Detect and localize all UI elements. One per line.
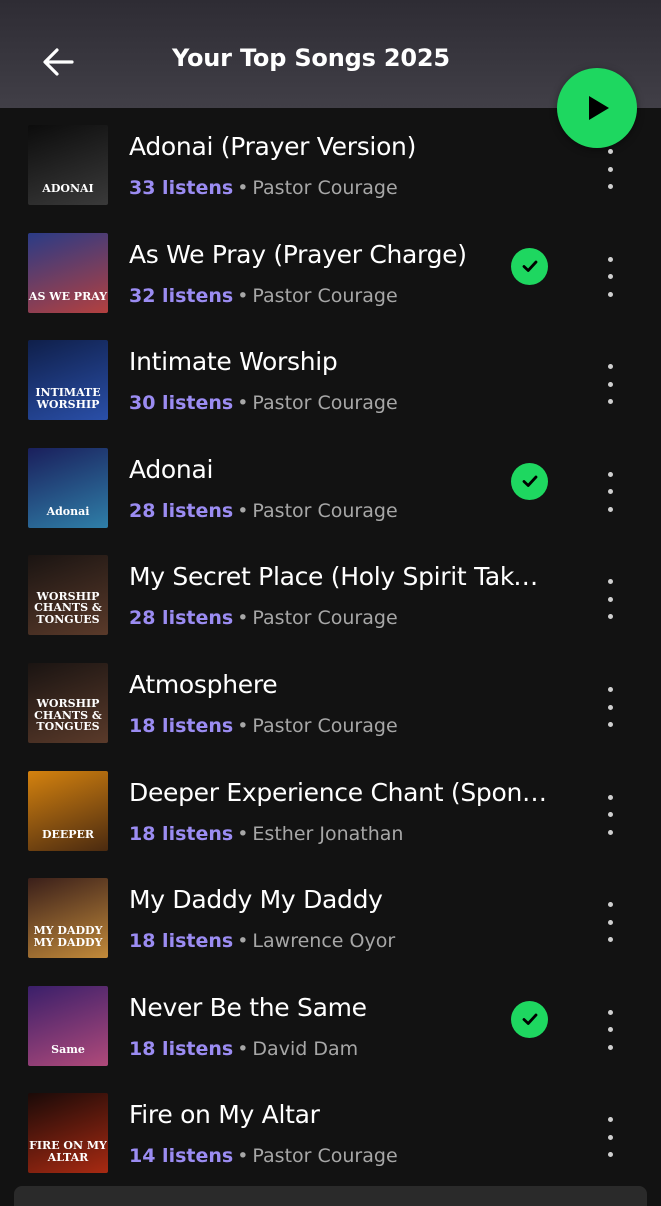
album-art-text: Adonai: [46, 505, 90, 519]
song-title: Atmosphere: [129, 670, 278, 699]
song-title: Never Be the Same: [129, 992, 367, 1022]
artist-name: Pastor Courage: [252, 284, 398, 307]
song-row[interactable]: INTIMATE WORSHIP Intimate Worship 30 liste…: [0, 323, 661, 430]
song-row[interactable]: FIRE ON MY ALTAR Fire on My Altar 14 liste…: [0, 1076, 661, 1183]
artist-name: Pastor Courage: [252, 715, 398, 737]
more-options-icon[interactable]: [600, 149, 620, 189]
album-art: INTIMATE WORSHIP: [28, 340, 108, 421]
song-subtitle: 30 listens • Pastor Courage: [129, 392, 398, 414]
song-title: Deeper Experience Chant (Spont…: [129, 777, 549, 807]
artist-name: Pastor Courage: [252, 607, 398, 630]
listen-count: 33 listens: [129, 177, 234, 199]
song-title: My Daddy My Daddy: [129, 885, 383, 915]
album-art: Same: [28, 985, 108, 1066]
more-options-icon[interactable]: [600, 902, 620, 943]
album-art-text: WORSHIP CHANTS & TONGUES: [34, 589, 102, 626]
album-art-text: AS WE PRAY: [28, 290, 108, 304]
song-title: Intimate Worship: [129, 347, 338, 377]
artist-name: Pastor Courage: [252, 499, 398, 522]
album-art: ADONAI: [28, 125, 108, 205]
song-subtitle: 18 listens • Pastor Courage: [129, 715, 398, 737]
artist-name: Pastor Courage: [252, 1145, 398, 1168]
song-row[interactable]: Adonai Adonai 28 listens • Pastor Courage: [0, 431, 661, 538]
listen-count: 18 listens: [129, 930, 234, 953]
saved-check-icon[interactable]: [511, 247, 548, 285]
listen-count: 18 listens: [129, 715, 234, 737]
song-subtitle: 18 listens • Lawrence Oyor: [129, 930, 395, 952]
album-art-text: ADONAI: [42, 182, 94, 196]
listen-count: 28 listens: [129, 607, 234, 630]
song-title: Adonai (Prayer Version): [129, 132, 417, 161]
song-title: As We Pray (Prayer Charge): [129, 239, 467, 269]
album-art-text: Same: [51, 1043, 85, 1057]
song-subtitle: 18 listens • David Dam: [129, 1038, 358, 1060]
album-art-text: WORSHIP CHANTS & TONGUES: [34, 697, 102, 734]
separator-dot: •: [237, 499, 249, 522]
page-title: Your Top Songs 2025: [172, 44, 450, 72]
arrow-left-icon: [43, 48, 74, 76]
artist-name: David Dam: [252, 1037, 359, 1060]
separator-dot: •: [237, 1145, 249, 1168]
more-options-icon[interactable]: [600, 687, 620, 727]
separator-dot: •: [237, 715, 249, 737]
song-row[interactable]: MY DADDY MY DADDY My Daddy My Daddy 18 lis…: [0, 861, 661, 968]
song-row[interactable]: WORSHIP CHANTS & TONGUES Atmosphere 18 lis…: [0, 646, 661, 753]
album-art: Adonai: [28, 447, 108, 528]
song-subtitle: 28 listens • Pastor Courage: [129, 607, 398, 629]
separator-dot: •: [237, 930, 249, 953]
listen-count: 30 listens: [129, 392, 234, 415]
separator-dot: •: [237, 392, 249, 415]
more-options-icon[interactable]: [600, 256, 620, 297]
song-subtitle: 18 listens • Esther Jonathan: [129, 823, 403, 845]
separator-dot: •: [237, 177, 249, 199]
song-subtitle: 28 listens • Pastor Courage: [129, 500, 398, 522]
album-art: MY DADDY MY DADDY: [28, 878, 108, 959]
album-art-text: MY DADDY MY DADDY: [33, 924, 103, 949]
separator-dot: •: [237, 1037, 249, 1060]
artist-name: Esther Jonathan: [252, 822, 404, 845]
song-row[interactable]: DEEPER Deeper Experience Chant (Spont… 18 …: [0, 754, 661, 861]
song-title: Adonai: [129, 454, 214, 484]
song-subtitle: 14 listens • Pastor Courage: [129, 1145, 398, 1167]
back-button[interactable]: [36, 40, 80, 84]
saved-check-icon[interactable]: [511, 1000, 548, 1038]
artist-name: Lawrence Oyor: [252, 930, 396, 953]
more-options-icon[interactable]: [600, 794, 620, 835]
album-art: DEEPER: [28, 770, 108, 851]
album-art: AS WE PRAY: [28, 232, 108, 313]
song-title: My Secret Place (Holy Spirit Take …: [129, 562, 549, 592]
more-options-icon[interactable]: [600, 364, 620, 405]
more-options-icon[interactable]: [600, 1009, 620, 1050]
listen-count: 14 listens: [129, 1145, 234, 1168]
saved-check-icon[interactable]: [511, 462, 548, 500]
song-row[interactable]: WORSHIP CHANTS & TONGUES My Secret Place …: [0, 538, 661, 645]
song-subtitle: 33 listens • Pastor Courage: [129, 177, 398, 199]
more-options-icon[interactable]: [600, 471, 620, 512]
album-art: WORSHIP CHANTS & TONGUES: [28, 663, 108, 743]
separator-dot: •: [237, 822, 249, 845]
listen-count: 28 listens: [129, 499, 234, 522]
album-art: FIRE ON MY ALTAR: [28, 1093, 108, 1174]
separator-dot: •: [237, 284, 249, 307]
song-row[interactable]: Same Never Be the Same 18 listens • David Da…: [0, 969, 661, 1076]
song-row[interactable]: ADONAI Adonai (Prayer Version) 33 listens •…: [0, 108, 661, 215]
listen-count: 32 listens: [129, 284, 234, 307]
album-art-text: DEEPER: [41, 828, 95, 842]
more-options-icon[interactable]: [600, 1117, 620, 1158]
separator-dot: •: [237, 607, 249, 630]
album-art-text: FIRE ON MY ALTAR: [29, 1139, 107, 1164]
listen-count: 18 listens: [129, 822, 234, 845]
song-subtitle: 32 listens • Pastor Courage: [129, 285, 398, 307]
song-title: Fire on My Altar: [129, 1100, 320, 1130]
song-row[interactable]: AS WE PRAY As We Pray (Prayer Charge) 32 l…: [0, 216, 661, 323]
album-art: WORSHIP CHANTS & TONGUES: [28, 555, 108, 636]
mini-player-edge[interactable]: [14, 1186, 647, 1206]
listen-count: 18 listens: [129, 1037, 234, 1060]
more-options-icon[interactable]: [600, 579, 620, 620]
artist-name: Pastor Courage: [252, 392, 398, 415]
album-art-text: INTIMATE WORSHIP: [35, 386, 101, 411]
artist-name: Pastor Courage: [252, 177, 398, 199]
